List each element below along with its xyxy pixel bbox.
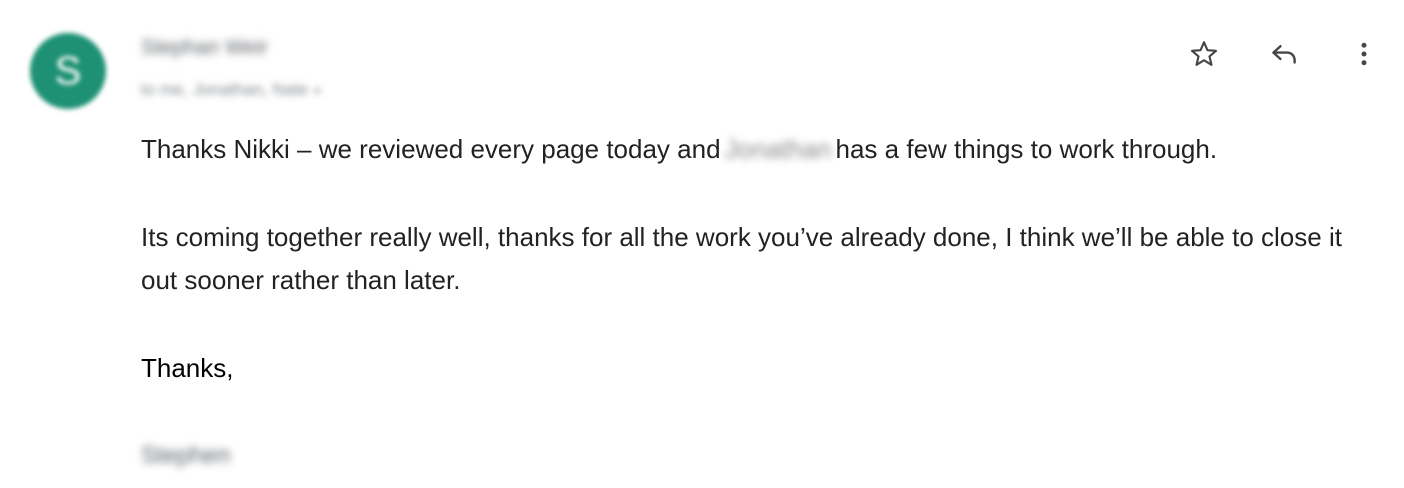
message-paragraph-1: Thanks Nikki – we reviewed every page to… bbox=[141, 128, 1381, 171]
recipients-text: to me, Jonathan, Nate bbox=[141, 80, 309, 99]
recipients-line[interactable]: to me, Jonathan, Nate ▾ bbox=[141, 80, 320, 100]
avatar-initial: S bbox=[54, 48, 82, 93]
sender-name[interactable]: Stephan Weir bbox=[141, 36, 268, 60]
message-paragraph-2: Its coming together really well, thanks … bbox=[141, 222, 1342, 295]
reply-icon bbox=[1272, 45, 1296, 64]
message-actions bbox=[1180, 34, 1380, 74]
more-vert-icon bbox=[1361, 42, 1367, 66]
paragraph-1-end: has a few things to work through. bbox=[835, 134, 1218, 164]
more-options-button[interactable] bbox=[1344, 34, 1384, 74]
message-closing: Thanks, bbox=[141, 353, 234, 383]
reply-button[interactable] bbox=[1264, 34, 1304, 74]
star-icon bbox=[1190, 41, 1218, 66]
sender-avatar[interactable]: S bbox=[30, 33, 106, 109]
message-body: Thanks Nikki – we reviewed every page to… bbox=[141, 128, 1381, 390]
star-button[interactable] bbox=[1184, 34, 1224, 74]
recipients-caret-icon[interactable]: ▾ bbox=[314, 84, 320, 98]
message-signature: Stephen bbox=[141, 442, 231, 469]
redacted-name: Jonathan bbox=[724, 134, 832, 164]
paragraph-1-start: Thanks Nikki – we reviewed every page to… bbox=[141, 134, 721, 164]
